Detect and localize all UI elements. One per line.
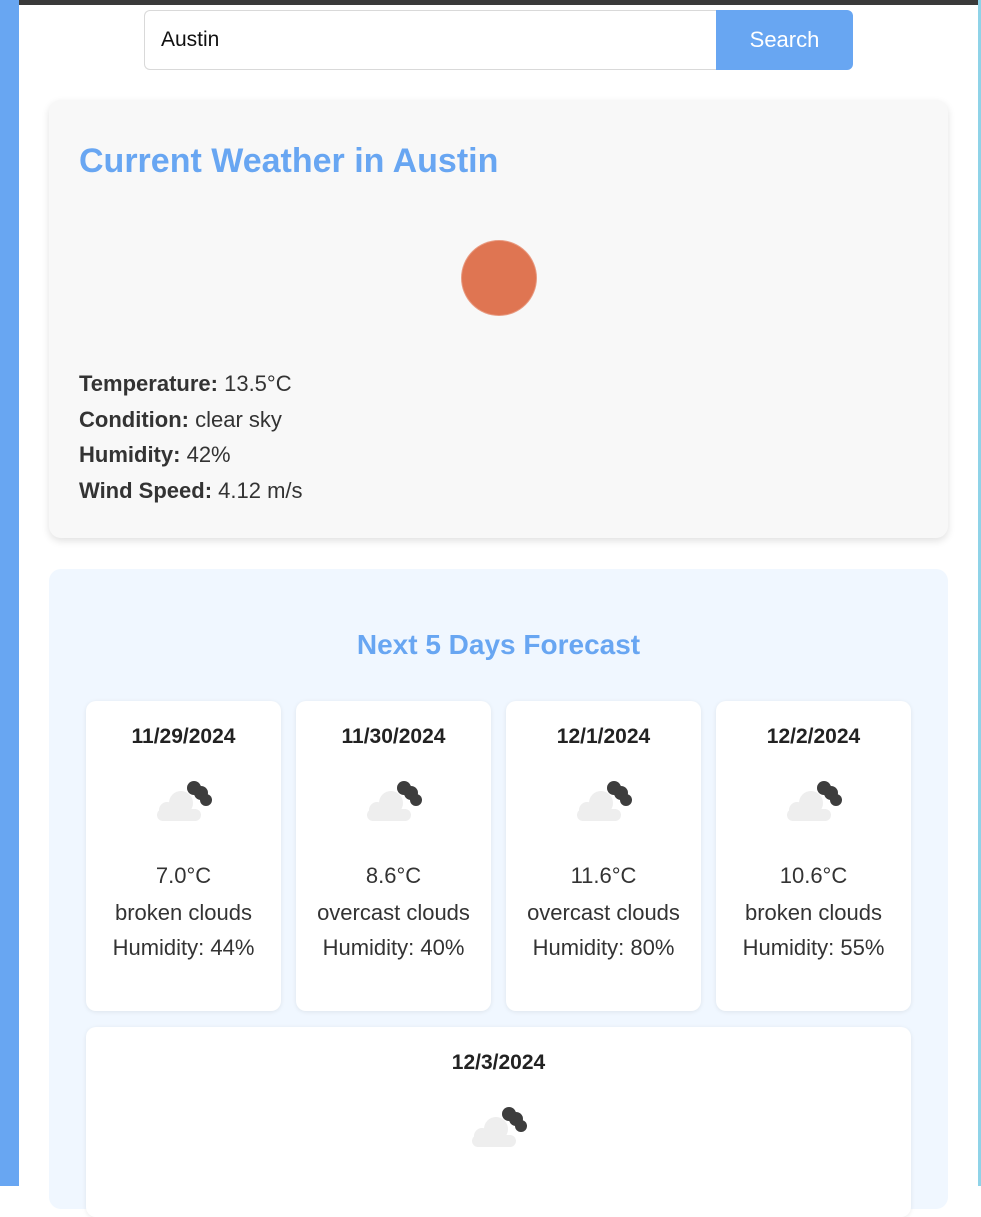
forecast-condition-block: overcast clouds Humidity: 80%: [516, 899, 691, 962]
forecast-condition: broken clouds: [745, 900, 882, 925]
wind-speed-label: Wind Speed:: [79, 477, 213, 503]
current-weather-details: Temperature: 13.5°C Condition: clear sky…: [79, 366, 303, 508]
forecast-card: 11/30/2024 8.6°C overcast clouds Humidit…: [296, 701, 491, 1011]
cloud-icon: [471, 1107, 527, 1147]
search-bar: Search: [144, 10, 853, 70]
humidity-row: Humidity: 42%: [79, 437, 303, 473]
forecast-date: 12/1/2024: [556, 725, 651, 748]
search-button[interactable]: Search: [716, 10, 853, 70]
forecast-condition-block: broken clouds Humidity: 55%: [726, 899, 901, 962]
forecast-date: 11/29/2024: [131, 725, 236, 748]
temperature-label: Temperature:: [79, 371, 218, 396]
humidity-label: Humidity:: [79, 442, 181, 467]
forecast-card: 12/3/2024: [86, 1027, 911, 1217]
forecast-card: 12/2/2024 10.6°C broken clouds Humidity:…: [716, 701, 911, 1011]
forecast-condition: overcast clouds: [527, 900, 680, 925]
forecast-date: 12/2/2024: [766, 725, 861, 748]
condition-value: clear sky: [195, 406, 282, 432]
forecast-condition-block: broken clouds Humidity: 44%: [96, 899, 271, 962]
forecast-date: 11/30/2024: [341, 725, 446, 748]
overcast-clouds-icon: [366, 781, 422, 821]
forecast-humidity: Humidity: 44%: [112, 935, 255, 960]
forecast-humidity: Humidity: 55%: [742, 935, 885, 960]
humidity-value: 42%: [186, 442, 231, 467]
current-weather-card: Current Weather in Austin Temperature: 1…: [49, 100, 948, 538]
forecast-temperature: 8.6°C: [365, 863, 422, 888]
forecast-temperature: 7.0°C: [155, 863, 212, 888]
forecast-temperature: 11.6°C: [570, 863, 637, 888]
forecast-humidity: Humidity: 40%: [322, 935, 465, 960]
page-content: Search Current Weather in Austin Tempera…: [19, 5, 978, 1217]
forecast-title: Next 5 Days Forecast: [356, 629, 641, 660]
broken-clouds-icon: [786, 781, 842, 821]
current-weather-title: Current Weather in Austin: [79, 142, 499, 180]
overcast-clouds-icon: [576, 781, 632, 821]
wind-speed-row: Wind Speed: 4.12 m/s: [79, 473, 303, 509]
forecast-condition-block: overcast clouds Humidity: 40%: [306, 899, 481, 962]
forecast-date: 12/3/2024: [451, 1051, 546, 1074]
sun-icon: [462, 241, 536, 315]
forecast-card: 11/29/2024 7.0°C broken clouds Humidity:…: [86, 701, 281, 1011]
forecast-temperature: 10.6°C: [779, 863, 848, 888]
condition-row: Condition: clear sky: [79, 402, 303, 438]
forecast-condition: overcast clouds: [317, 900, 470, 925]
left-accent-bar: [0, 0, 19, 1186]
temperature-value: 13.5°C: [224, 371, 292, 396]
forecast-card: 12/1/2024 11.6°C overcast clouds Humidit…: [506, 701, 701, 1011]
condition-label: Condition:: [79, 406, 189, 432]
city-search-input[interactable]: [144, 10, 716, 70]
forecast-section: Next 5 Days Forecast 11/29/2024 7.0°C br…: [49, 569, 948, 1217]
wind-speed-value: 4.12 m/s: [218, 477, 303, 503]
temperature-row: Temperature: 13.5°C: [79, 366, 303, 402]
forecast-humidity: Humidity: 80%: [532, 935, 675, 960]
broken-clouds-icon: [156, 781, 212, 821]
forecast-condition: broken clouds: [115, 900, 252, 925]
